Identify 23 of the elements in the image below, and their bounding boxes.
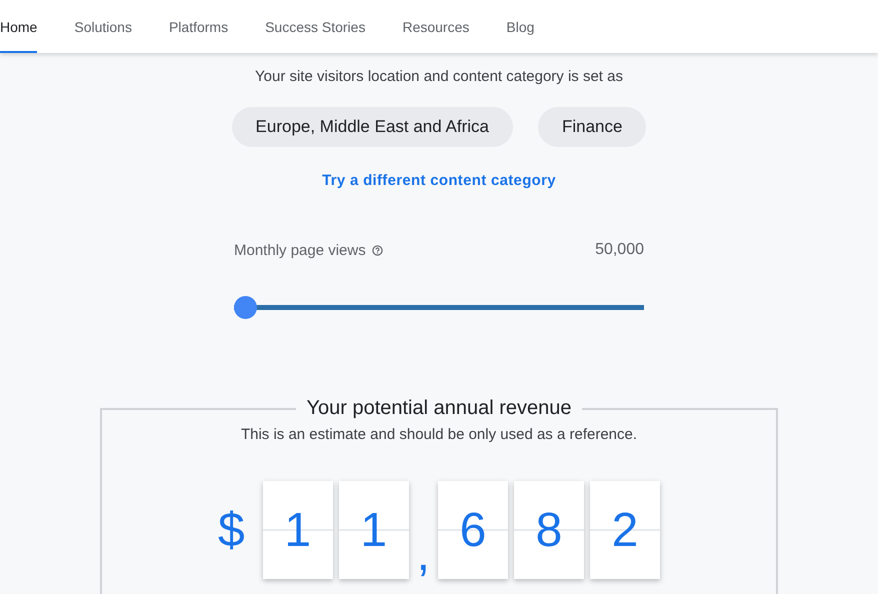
digit-card: 2 — [590, 481, 660, 579]
currency-sign: $ — [218, 502, 245, 558]
page-views-value: 50,000 — [595, 241, 644, 259]
label-text: Monthly page views — [234, 242, 366, 258]
thousands-separator: , — [416, 531, 432, 579]
intro-text: Your site visitors location and content category is set as — [255, 68, 623, 85]
digit-card: 1 — [338, 481, 409, 579]
digit-card: 8 — [514, 481, 584, 579]
nav-tab[interactable]: Platforms — [168, 0, 228, 53]
nav-tab[interactable]: Home — [0, 0, 38, 53]
selection-chip[interactable]: Finance — [538, 107, 646, 147]
nav-tab[interactable]: Blog — [506, 0, 534, 53]
revenue-title: Your potential annual revenue — [305, 397, 573, 420]
nav-tab[interactable]: Resources — [402, 0, 470, 53]
help-icon[interactable] — [372, 244, 383, 256]
slider-thumb[interactable] — [234, 296, 257, 319]
category-link[interactable]: Try a different content category — [322, 172, 556, 189]
nav-tab[interactable]: Success Stories — [265, 0, 366, 53]
nav-tab[interactable]: Solutions — [74, 0, 132, 53]
digit-card: 6 — [438, 481, 508, 579]
estimate-note: This is an estimate and should be only used as a reference. — [240, 426, 638, 443]
digit-card: 1 — [262, 481, 333, 579]
selection-chip[interactable]: Europe, Middle East and Africa — [232, 107, 513, 147]
